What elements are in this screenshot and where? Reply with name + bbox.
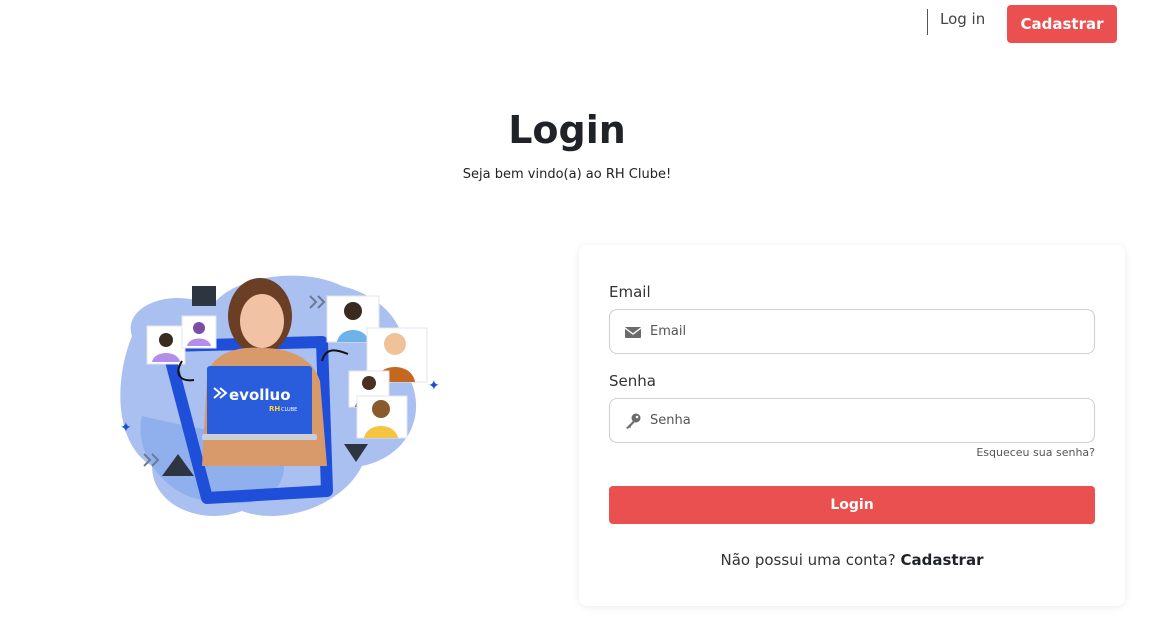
- profile-card-6-head: [372, 400, 390, 418]
- profile-card-4-head: [384, 333, 406, 355]
- register-link[interactable]: Cadastrar: [900, 551, 983, 569]
- nav-login-link[interactable]: Log in: [940, 10, 985, 28]
- envelope-icon: [624, 327, 642, 338]
- email-label: Email: [609, 283, 651, 301]
- login-submit-button[interactable]: Login: [609, 486, 1095, 524]
- email-input[interactable]: [650, 310, 1080, 353]
- login-card: Email Senha Esqueceu sua senha? Login Nã…: [579, 245, 1125, 606]
- deco-dark-square: [192, 286, 216, 306]
- nav-divider: [927, 9, 928, 35]
- page-title: Login: [508, 108, 626, 152]
- email-field-wrapper: [609, 309, 1095, 354]
- profile-card-2-head: [193, 322, 205, 334]
- laptop-base: [202, 434, 317, 440]
- sparkle-icon-right: ✦: [428, 378, 440, 394]
- hero-illustration-svg: evolluo RH CLUBE ✦ ✦: [120, 275, 440, 516]
- no-account-text: Não possui uma conta?: [720, 551, 896, 569]
- forgot-password-link[interactable]: Esqueceu sua senha?: [976, 446, 1095, 459]
- sparkle-icon-left: ✦: [120, 420, 132, 436]
- profile-card-5-head: [362, 376, 376, 390]
- profile-card-3-head: [344, 302, 362, 320]
- top-nav: Log in Cadastrar: [0, 0, 1166, 50]
- hero-illustration: evolluo RH CLUBE ✦ ✦: [112, 266, 452, 526]
- password-field-wrapper: [609, 398, 1095, 443]
- nav-register-button[interactable]: Cadastrar: [1007, 5, 1117, 43]
- laptop-brand-sub2: CLUBE: [281, 407, 297, 413]
- laptop-brand-text: evolluo: [229, 386, 291, 404]
- signup-prompt: Não possui uma conta? Cadastrar: [579, 551, 1125, 569]
- page-subtitle: Seja bem vindo(a) ao RH Clube!: [462, 167, 672, 182]
- key-icon: [626, 413, 641, 429]
- profile-card-1-head: [159, 333, 173, 347]
- laptop-brand-sub: RH: [269, 405, 280, 413]
- password-input[interactable]: [650, 399, 1080, 442]
- woman-face: [240, 294, 284, 348]
- password-label: Senha: [609, 372, 656, 390]
